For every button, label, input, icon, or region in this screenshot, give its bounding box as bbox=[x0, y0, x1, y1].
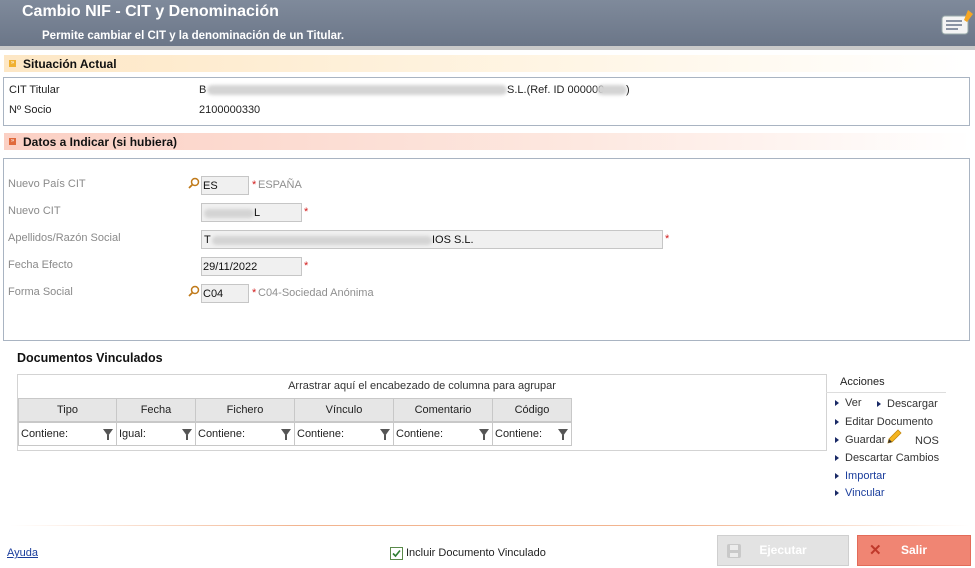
salir-button[interactable]: ✕ Salir bbox=[857, 535, 971, 566]
search-lookup-icon[interactable] bbox=[188, 177, 200, 189]
cit-titular-value-prefix: B bbox=[199, 84, 207, 96]
socio-label: Nº Socio bbox=[9, 104, 52, 116]
forma-social-description: C04-Sociedad Anónima bbox=[258, 287, 374, 299]
search-lookup-icon[interactable] bbox=[188, 285, 200, 297]
column-header-fichero[interactable]: Fichero bbox=[195, 398, 295, 422]
nuevo-cit-input[interactable]: L bbox=[201, 203, 302, 222]
required-mark: * bbox=[252, 179, 257, 191]
razon-social-input[interactable]: T IOS S.L. bbox=[201, 230, 663, 249]
action-descartar-cambios[interactable]: Descartar Cambios bbox=[845, 452, 939, 464]
filter-operator: Contiene: bbox=[495, 428, 543, 440]
section-bullet-icon: » bbox=[9, 138, 16, 145]
section-bullet-icon: » bbox=[9, 60, 16, 67]
ejecutar-label: Ejecutar bbox=[759, 543, 807, 557]
checkmark-icon bbox=[392, 549, 401, 558]
razon-social-label: Apellidos/Razón Social bbox=[8, 232, 121, 244]
fecha-efecto-input[interactable]: 29/11/2022 bbox=[201, 257, 302, 276]
filter-cell-comentario[interactable]: Contiene: bbox=[393, 422, 493, 446]
redacted-text bbox=[207, 85, 507, 95]
ejecutar-button[interactable]: Ejecutar bbox=[717, 535, 849, 566]
required-mark: * bbox=[252, 287, 257, 299]
nuevo-pais-input[interactable]: ES bbox=[201, 176, 249, 195]
pencil-icon bbox=[887, 429, 902, 444]
column-header-fecha[interactable]: Fecha bbox=[116, 398, 196, 422]
redacted-text bbox=[597, 85, 627, 95]
notepad-pencil-icon bbox=[941, 10, 973, 35]
page-subtitle: Permite cambiar el CIT y la denominación… bbox=[42, 30, 345, 42]
filter-operator: Contiene: bbox=[396, 428, 444, 440]
column-header-codigo[interactable]: Código bbox=[492, 398, 572, 422]
situacion-panel: CIT Titular B S.L.(Ref. ID 000000 ) Nº S… bbox=[3, 77, 970, 126]
action-importar[interactable]: Importar bbox=[845, 470, 886, 482]
bullet-icon bbox=[835, 473, 839, 479]
nuevo-pais-label: Nuevo País CIT bbox=[8, 178, 86, 190]
incluir-documento-checkbox[interactable] bbox=[390, 547, 403, 560]
column-header-vinculo[interactable]: Vínculo bbox=[294, 398, 394, 422]
column-header-comentario[interactable]: Comentario bbox=[393, 398, 493, 422]
ayuda-link[interactable]: Ayuda bbox=[7, 547, 38, 559]
datos-panel: Nuevo País CIT ES * ESPAÑA Nuevo CIT L *… bbox=[3, 158, 970, 341]
razon-social-value-suffix: IOS S.L. bbox=[432, 234, 474, 246]
action-descargar[interactable]: Descargar bbox=[887, 398, 938, 410]
bullet-icon bbox=[835, 490, 839, 496]
filter-operator: Contiene: bbox=[21, 428, 69, 440]
acciones-divider bbox=[826, 392, 946, 393]
section-situacion-actual[interactable]: » Situación Actual bbox=[4, 55, 971, 72]
nuevo-cit-label: Nuevo CIT bbox=[8, 205, 61, 217]
forma-social-label: Forma Social bbox=[8, 286, 73, 298]
cit-titular-value-end: ) bbox=[626, 84, 630, 96]
nos-label: NOS bbox=[915, 435, 939, 447]
save-disk-icon bbox=[727, 544, 741, 558]
nuevo-cit-value-suffix: L bbox=[254, 207, 261, 219]
section-title: Situación Actual bbox=[23, 57, 117, 71]
action-ver[interactable]: Ver bbox=[845, 397, 862, 409]
action-editar-documento[interactable]: Editar Documento bbox=[845, 416, 933, 428]
forma-social-input[interactable]: C04 bbox=[201, 284, 249, 303]
bullet-icon bbox=[835, 419, 839, 425]
documentos-title: Documentos Vinculados bbox=[17, 351, 163, 365]
page-title: Cambio NIF - CIT y Denominación bbox=[22, 3, 279, 20]
window-header: Cambio NIF - CIT y Denominación Permite … bbox=[0, 0, 975, 46]
filter-cell-tipo[interactable]: Contiene: bbox=[18, 422, 117, 446]
bullet-icon bbox=[835, 455, 839, 461]
filter-cell-fichero[interactable]: Contiene: bbox=[195, 422, 295, 446]
required-mark: * bbox=[665, 233, 670, 245]
filter-operator: Contiene: bbox=[198, 428, 246, 440]
header-divider bbox=[0, 46, 975, 50]
incluir-documento-label: Incluir Documento Vinculado bbox=[406, 547, 546, 559]
cit-titular-value-suffix: S.L.(Ref. ID 000000 bbox=[507, 84, 605, 96]
redacted-text bbox=[212, 236, 432, 245]
required-mark: * bbox=[304, 206, 309, 218]
section-datos-indicar[interactable]: » Datos a Indicar (si hubiera) bbox=[4, 133, 971, 150]
footer-divider bbox=[10, 525, 970, 526]
column-header-tipo[interactable]: Tipo bbox=[18, 398, 117, 422]
bullet-icon bbox=[835, 437, 839, 443]
close-icon: ✕ bbox=[869, 542, 882, 559]
filter-operator: Contiene: bbox=[297, 428, 345, 440]
required-mark: * bbox=[304, 260, 309, 272]
bullet-icon bbox=[877, 401, 881, 407]
nuevo-pais-description: ESPAÑA bbox=[258, 179, 302, 191]
acciones-title: Acciones bbox=[840, 376, 885, 388]
redacted-text bbox=[204, 209, 254, 218]
action-vincular[interactable]: Vincular bbox=[845, 487, 885, 498]
action-guardar[interactable]: Guardar bbox=[845, 434, 885, 446]
documentos-grid: Arrastrar aquí el encabezado de columna … bbox=[17, 374, 827, 451]
group-by-area[interactable]: Arrastrar aquí el encabezado de columna … bbox=[18, 375, 826, 397]
fecha-efecto-label: Fecha Efecto bbox=[8, 259, 73, 271]
filter-cell-codigo[interactable]: Contiene: bbox=[492, 422, 572, 446]
bullet-icon bbox=[835, 400, 839, 406]
socio-value: 2100000330 bbox=[199, 104, 261, 116]
filter-cell-fecha[interactable]: Igual: bbox=[116, 422, 196, 446]
filter-operator: Igual: bbox=[119, 428, 146, 440]
razon-social-value-prefix: T bbox=[204, 234, 211, 246]
salir-label: Salir bbox=[900, 543, 927, 557]
filter-cell-vinculo[interactable]: Contiene: bbox=[294, 422, 394, 446]
cit-titular-label: CIT Titular bbox=[9, 84, 60, 96]
section-title: Datos a Indicar (si hubiera) bbox=[23, 135, 178, 149]
